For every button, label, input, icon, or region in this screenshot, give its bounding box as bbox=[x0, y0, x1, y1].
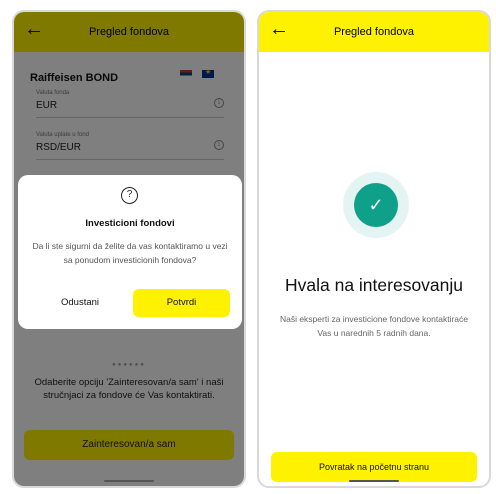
confirm-button[interactable]: Potvrdi bbox=[133, 289, 230, 317]
app-bar: ← Pregled fondova bbox=[259, 12, 489, 52]
home-indicator bbox=[14, 479, 244, 483]
page-title: Pregled fondova bbox=[333, 26, 415, 38]
back-to-home-button[interactable]: Povratak na početnu stranu bbox=[271, 452, 477, 482]
phone-screen-right: ← Pregled fondova ✓ Hvala na interesovan… bbox=[257, 10, 491, 488]
confirm-dialog: ? Investicioni fondovi Da li ste sigurni… bbox=[18, 175, 242, 329]
dialog-message: Da li ste sigurni da želite da vas konta… bbox=[32, 241, 228, 265]
home-indicator bbox=[259, 479, 489, 483]
dialog-title: Investicioni fondovi bbox=[85, 218, 175, 229]
checkmark-icon: ✓ bbox=[354, 183, 398, 227]
question-icon: ? bbox=[121, 187, 138, 204]
thanks-message: Naši eksperti za investicione fondove ko… bbox=[279, 314, 469, 338]
thanks-title: Hvala na interesovanju bbox=[284, 275, 464, 295]
cancel-button[interactable]: Odustani bbox=[40, 292, 120, 314]
phone-screen-left: ← Pregled fondova Raiffeisen BOND Valuta… bbox=[12, 10, 246, 488]
